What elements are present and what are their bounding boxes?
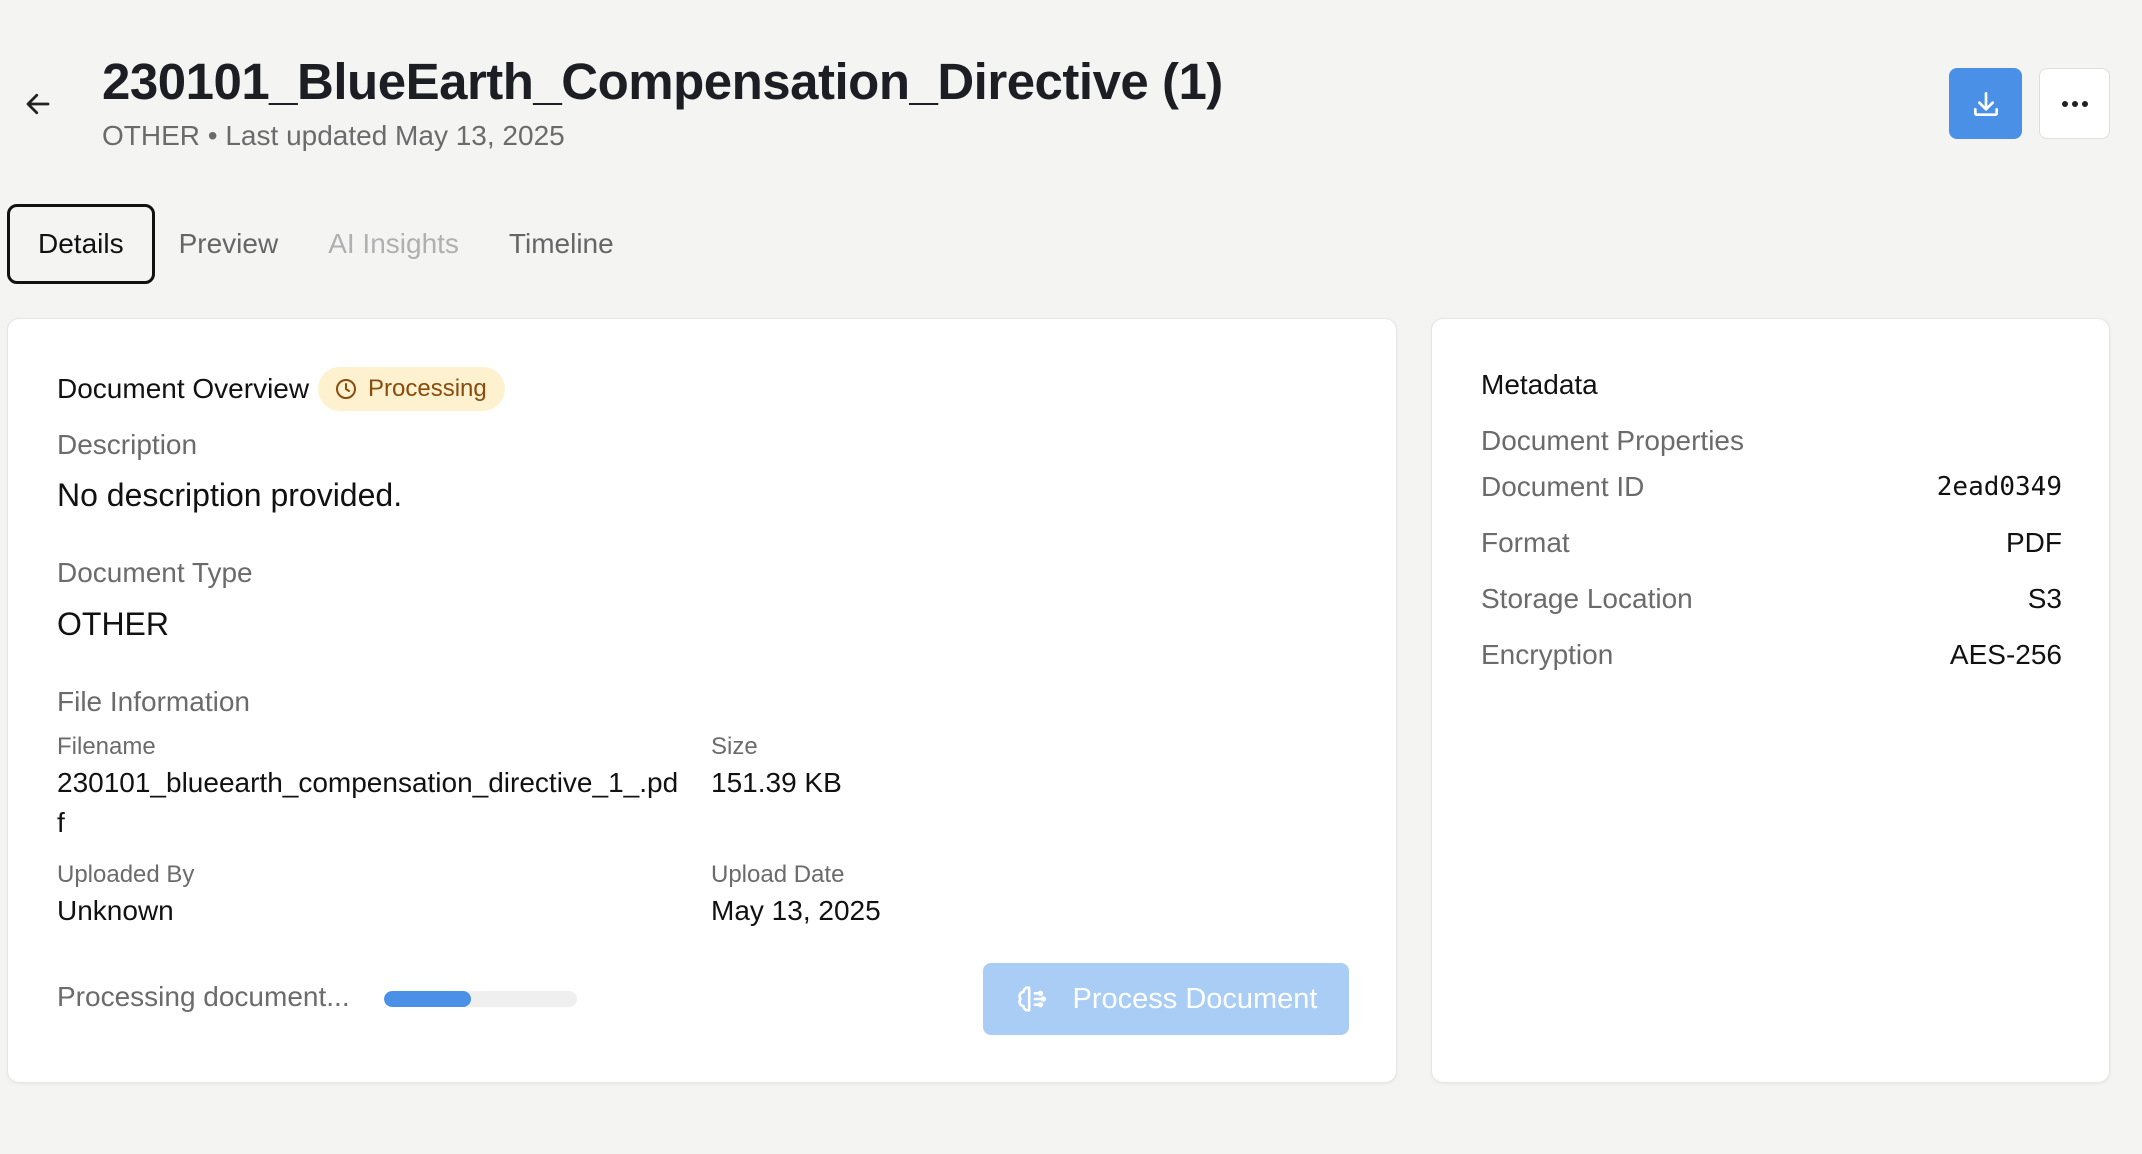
metadata-value: S3 (2027, 583, 2062, 614)
metadata-value: AES-256 (1949, 639, 2062, 670)
size-value: 151.39 KB (711, 767, 842, 798)
brain-icon (1017, 986, 1046, 1012)
tab-ai-insights[interactable]: AI Insights (310, 204, 477, 284)
overview-title: Document Overview (57, 373, 310, 404)
processing-status-text: Processing document... (57, 981, 350, 1012)
back-button[interactable] (18, 84, 58, 124)
filename-value-line2: f (57, 807, 65, 838)
document-overview-card: Document Overview Processing Description… (7, 318, 1397, 1083)
document-type-label: Document Type (57, 557, 253, 588)
document-type-value: OTHER (57, 606, 169, 642)
metadata-row-storage-location: Storage Location S3 (1481, 583, 2062, 615)
metadata-row-format: Format PDF (1481, 527, 2062, 559)
uploaded-by-value: Unknown (57, 895, 174, 926)
metadata-key: Encryption (1481, 639, 1614, 670)
progress-bar (384, 991, 577, 1007)
status-badge: Processing (318, 367, 505, 411)
upload-date-label: Upload Date (711, 861, 845, 888)
metadata-value: 2ead0349 (1936, 472, 2062, 502)
clock-icon (336, 379, 356, 399)
download-icon (1973, 91, 1998, 116)
metadata-value: PDF (2006, 527, 2062, 558)
page-title: 230101_BlueEarth_Compensation_Directive … (102, 53, 1223, 110)
status-badge-label: Processing (368, 375, 487, 402)
uploaded-by-label: Uploaded By (57, 861, 195, 888)
metadata-row-encryption: Encryption AES-256 (1481, 639, 2062, 671)
metadata-title: Metadata (1481, 369, 1598, 400)
document-detail-page: 230101_BlueEarth_Compensation_Directive … (0, 0, 2142, 1154)
file-information-label: File Information (57, 686, 250, 717)
metadata-card: Metadata Document Properties Document ID… (1431, 318, 2110, 1083)
metadata-key: Format (1481, 527, 1570, 558)
metadata-key: Document ID (1481, 471, 1645, 502)
document-properties-label: Document Properties (1481, 425, 1745, 456)
more-options-button[interactable] (2039, 68, 2110, 139)
description-value: No description provided. (57, 477, 403, 513)
filename-label: Filename (57, 733, 156, 760)
progress-bar-fill (384, 991, 471, 1007)
tab-details[interactable]: Details (7, 204, 155, 284)
metadata-row-document-id: Document ID 2ead0349 (1481, 471, 2062, 503)
size-label: Size (711, 733, 758, 760)
download-button[interactable] (1949, 68, 2022, 139)
more-horizontal-icon (2061, 100, 2088, 107)
page-subtitle: OTHER • Last updated May 13, 2025 (102, 120, 565, 151)
process-document-label: Process Document (1072, 982, 1318, 1015)
upload-date-value: May 13, 2025 (711, 895, 881, 926)
process-document-button[interactable]: Process Document (983, 963, 1349, 1035)
arrow-left-icon (26, 93, 50, 115)
tab-bar: Details Preview AI Insights Timeline (7, 204, 632, 284)
metadata-key: Storage Location (1481, 583, 1693, 614)
filename-value-line1: 230101_blueearth_compensation_directive_… (57, 767, 679, 798)
description-label: Description (57, 429, 198, 460)
tab-timeline[interactable]: Timeline (491, 204, 632, 284)
tab-preview[interactable]: Preview (161, 204, 297, 284)
